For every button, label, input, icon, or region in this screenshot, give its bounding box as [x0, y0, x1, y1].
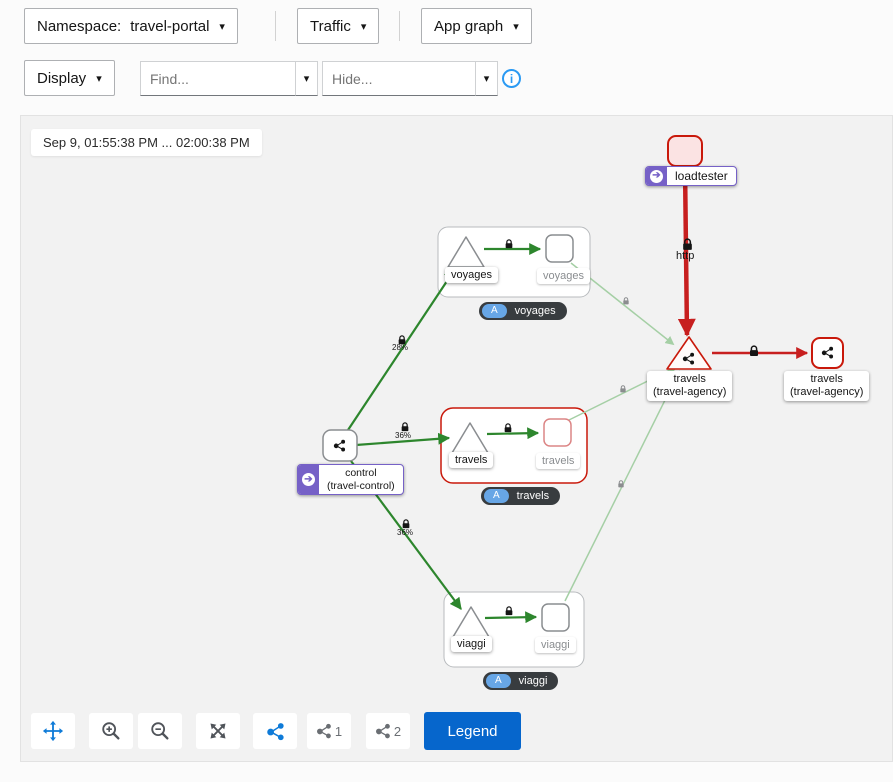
traffic-label: Traffic — [310, 18, 351, 35]
label-travels-agency-service[interactable]: travels (travel-agency) — [647, 371, 732, 401]
edge-label-pct-voyages: 28% — [392, 343, 408, 352]
graph-layout-main-button[interactable] — [253, 713, 297, 749]
chevron-down-icon: ▾ — [219, 20, 225, 33]
node-travels-agency-service[interactable] — [667, 337, 711, 369]
label-viaggi-service[interactable]: viaggi — [451, 636, 492, 652]
hide-input[interactable] — [322, 61, 477, 96]
layout-1-label: 1 — [335, 724, 342, 739]
traffic-dropdown[interactable]: Traffic ▾ — [297, 8, 379, 44]
app-badge: A — [484, 489, 509, 503]
chevron-down-icon: ▾ — [361, 20, 367, 33]
graph-layout-2-button[interactable]: 2 — [366, 713, 410, 749]
app-badge: A — [482, 304, 507, 318]
travels-agency-wl-line1: travels — [790, 373, 863, 386]
display-dropdown[interactable]: Display ▾ — [24, 60, 115, 96]
edge-label-http: http — [676, 250, 694, 262]
label-voyages-workload[interactable]: voyages — [537, 268, 590, 284]
group-pill-text: travels — [517, 490, 549, 502]
zoom-out-icon — [149, 720, 171, 742]
fit-to-screen-button[interactable] — [196, 713, 240, 749]
edge-label-pct-viaggi: 36% — [397, 528, 413, 537]
mtls-lock-icon — [750, 346, 758, 356]
move-pan-icon — [42, 720, 64, 742]
arrow-right-icon: ➔ — [302, 473, 315, 486]
chevron-down-icon: ▾ — [513, 20, 519, 33]
travels-agency-svc-line2: (travel-agency) — [653, 386, 726, 399]
node-voyages-workload[interactable] — [546, 235, 573, 262]
legend-button[interactable]: Legend — [424, 712, 521, 750]
node-travels-agency-workload[interactable] — [812, 338, 843, 368]
travels-agency-wl-line2: (travel-agency) — [790, 386, 863, 399]
control-label-line2: (travel-control) — [327, 480, 395, 493]
traffic-source-badge: ➔ — [646, 167, 667, 185]
namespace-dropdown[interactable]: Namespace: travel-portal ▾ — [24, 8, 238, 44]
namespace-label: Namespace: — [37, 18, 121, 35]
layout-2-label: 2 — [394, 724, 401, 739]
travels-agency-svc-line1: travels — [653, 373, 726, 386]
find-options-chevron[interactable]: ▾ — [295, 61, 318, 96]
edge-viaggi-svc-to-wl[interactable] — [485, 617, 536, 618]
label-travels-service[interactable]: travels — [449, 452, 493, 468]
graph-type-label: App graph — [434, 18, 503, 35]
edge-label-pct-travels: 36% — [395, 431, 411, 440]
group-pill-text: voyages — [515, 305, 556, 317]
mtls-lock-icon — [402, 423, 409, 431]
arrow-right-icon: ➔ — [650, 170, 663, 183]
label-loadtester[interactable]: ➔ loadtester — [645, 166, 737, 186]
chevron-down-icon: ▾ — [96, 72, 102, 85]
graph-layout-icon — [375, 723, 391, 739]
mtls-lock-icon — [618, 481, 623, 488]
graph-canvas[interactable]: Sep 9, 01:55:38 PM ... 02:00:38 PM — [20, 115, 893, 762]
expand-arrows-icon — [208, 721, 228, 741]
loadtester-label-text: loadtester — [675, 169, 728, 183]
hide-options-chevron[interactable]: ▾ — [475, 61, 498, 96]
edge-travels-svc-to-wl[interactable] — [487, 433, 538, 434]
kiali-graph-page: Namespace: travel-portal ▾ Traffic ▾ App… — [0, 0, 893, 782]
graph-svg-layer — [21, 116, 893, 763]
app-badge: A — [486, 674, 511, 688]
mtls-lock-icon — [620, 386, 625, 393]
label-viaggi-workload[interactable]: viaggi — [535, 637, 576, 653]
label-travels-workload[interactable]: travels — [536, 453, 580, 469]
group-pill-travels[interactable]: A travels — [481, 487, 560, 505]
info-glyph: i — [510, 72, 513, 86]
find-input[interactable] — [140, 61, 297, 96]
toolbar-divider — [399, 11, 400, 41]
control-label-line1: control — [327, 467, 395, 480]
chevron-down-icon: ▾ — [484, 72, 490, 85]
label-control[interactable]: ➔ control (travel-control) — [297, 464, 404, 495]
display-label: Display — [37, 70, 86, 87]
mtls-lock-icon — [403, 520, 410, 528]
group-pill-viaggi[interactable]: A viaggi — [483, 672, 558, 690]
label-travels-agency-workload[interactable]: travels (travel-agency) — [784, 371, 869, 401]
chevron-down-icon: ▾ — [304, 72, 310, 85]
zoom-in-icon — [100, 720, 122, 742]
namespace-value: travel-portal — [130, 18, 209, 35]
label-voyages-service[interactable]: voyages — [445, 267, 498, 283]
graph-layout-1-button[interactable]: 1 — [307, 713, 351, 749]
node-loadtester[interactable] — [668, 136, 702, 166]
group-pill-voyages[interactable]: A voyages — [479, 302, 567, 320]
zoom-out-button[interactable] — [138, 713, 182, 749]
node-control[interactable] — [323, 430, 357, 461]
zoom-in-button[interactable] — [89, 713, 133, 749]
info-icon[interactable]: i — [502, 69, 521, 88]
node-viaggi-workload[interactable] — [542, 604, 569, 631]
toolbar-divider — [275, 11, 276, 41]
group-pill-text: viaggi — [519, 675, 548, 687]
pan-mode-button[interactable] — [31, 713, 75, 749]
graph-layout-icon — [316, 723, 332, 739]
graph-type-dropdown[interactable]: App graph ▾ — [421, 8, 532, 44]
traffic-source-badge: ➔ — [298, 465, 319, 494]
graph-layout-icon — [266, 722, 285, 741]
mtls-lock-icon — [623, 298, 628, 305]
node-travels-workload[interactable] — [544, 419, 571, 446]
